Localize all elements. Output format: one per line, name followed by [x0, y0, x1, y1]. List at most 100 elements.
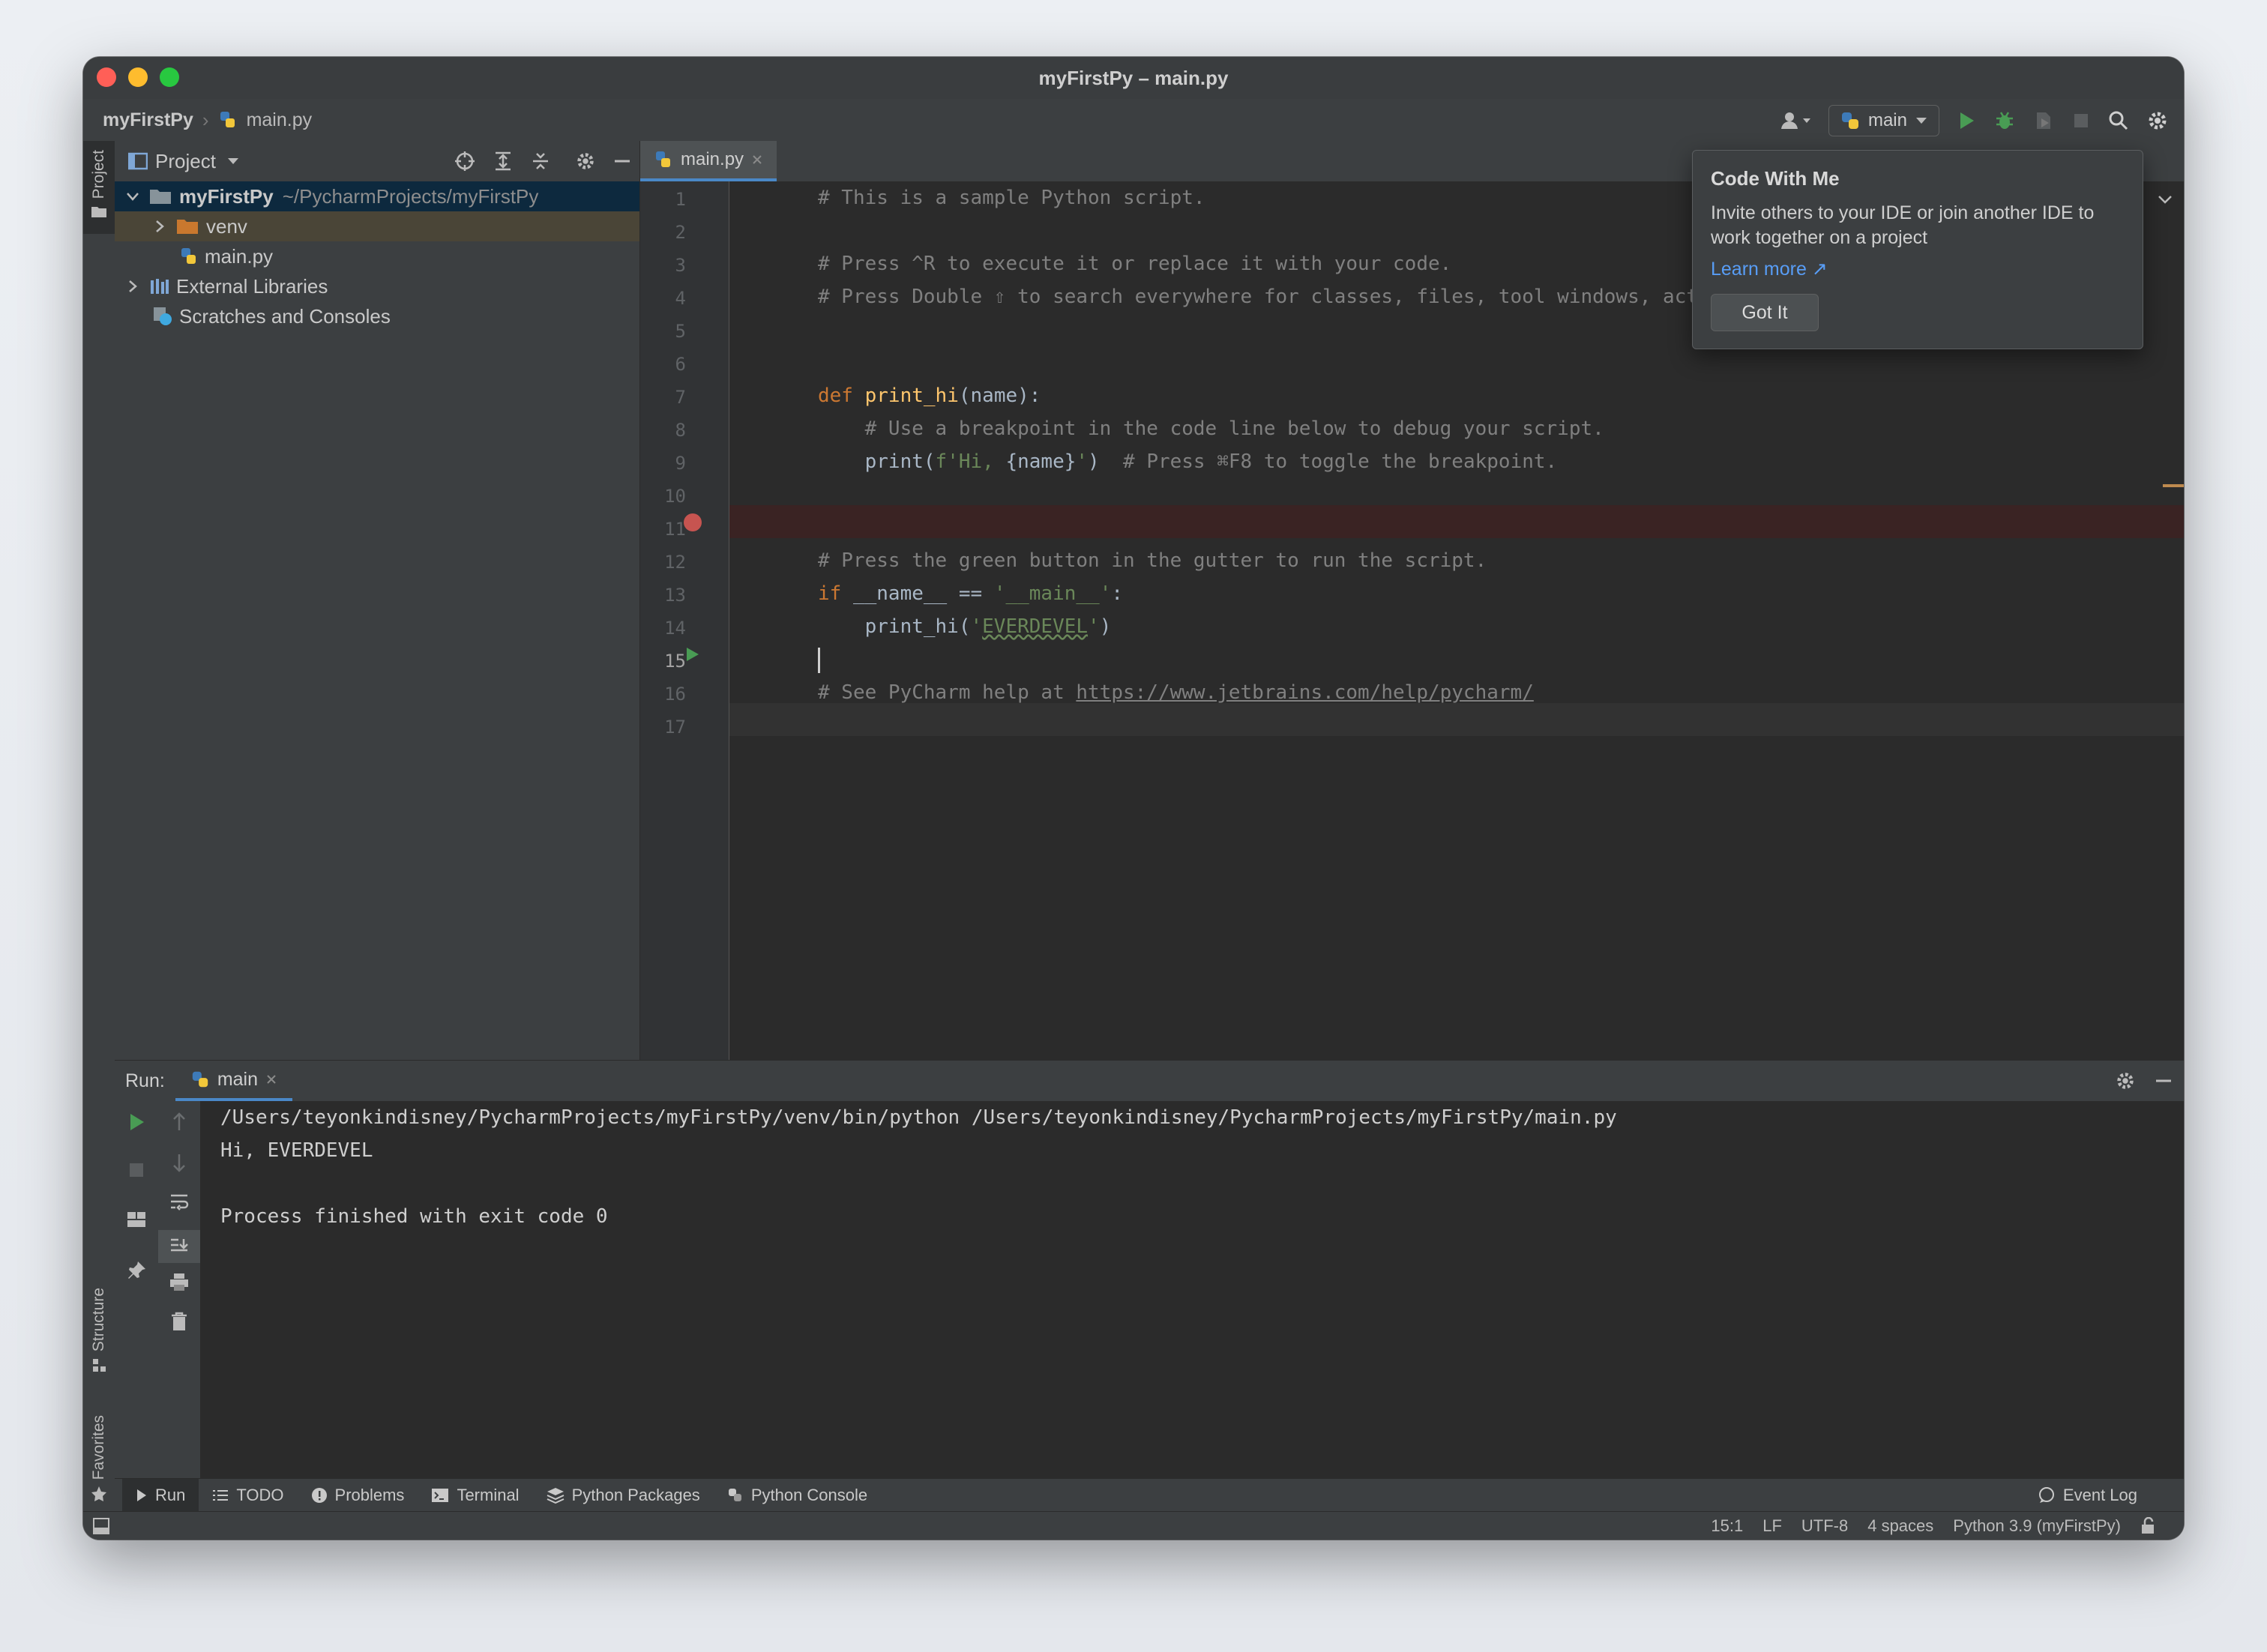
- tree-item-label: External Libraries: [176, 274, 328, 298]
- collapse-all-icon[interactable]: [530, 151, 551, 172]
- chevron-down-icon[interactable]: [226, 157, 240, 166]
- code-line-16: # See PyCharm help at https://www.jetbra…: [818, 681, 1534, 704]
- expand-all-icon[interactable]: [493, 151, 514, 172]
- close-icon[interactable]: [265, 1073, 277, 1085]
- tree-item-label: Scratches and Consoles: [179, 304, 391, 328]
- file-encoding[interactable]: UTF-8: [1801, 1516, 1848, 1536]
- run-tab-main[interactable]: main: [175, 1061, 292, 1101]
- tree-item-venv[interactable]: venv: [115, 211, 639, 241]
- terminal-icon: [432, 1489, 449, 1502]
- locate-icon[interactable]: [454, 150, 476, 172]
- line-number: 12: [664, 552, 686, 573]
- run-icon[interactable]: [1956, 110, 1977, 131]
- editor-tab-label: main.py: [681, 149, 744, 169]
- zoom-window-button[interactable]: [160, 67, 179, 87]
- gear-icon[interactable]: [575, 151, 596, 172]
- search-icon[interactable]: [2107, 109, 2130, 132]
- pin-icon[interactable]: [115, 1260, 158, 1281]
- chevron-right-icon[interactable]: [152, 219, 167, 234]
- structure-icon: [91, 1357, 106, 1372]
- breadcrumb-project[interactable]: myFirstPy: [103, 109, 193, 131]
- list-icon: [213, 1490, 229, 1501]
- indent-setting[interactable]: 4 spaces: [1867, 1516, 1933, 1536]
- help-link[interactable]: https://www.jetbrains.com/help/pycharm/: [1076, 681, 1533, 704]
- favorites-tool-tab[interactable]: Favorites: [83, 1415, 115, 1520]
- editor-tab-main-py[interactable]: main.py: [640, 141, 777, 181]
- tool-tab-python-console[interactable]: Python Console: [714, 1479, 881, 1512]
- title-bar: myFirstPy – main.py: [83, 57, 2184, 100]
- console-line: Process finished with exit code 0: [220, 1205, 608, 1228]
- tree-item-external-libraries[interactable]: External Libraries: [115, 271, 639, 301]
- stop-icon[interactable]: [115, 1161, 158, 1179]
- hide-panel-icon[interactable]: [2154, 1071, 2173, 1091]
- chevron-right-icon[interactable]: [125, 279, 140, 294]
- gear-icon[interactable]: [2146, 109, 2169, 132]
- tree-item-main-py[interactable]: main.py: [115, 241, 639, 271]
- run-toolbar-secondary: [158, 1101, 201, 1536]
- code-line-7: def print_hi(name):: [818, 385, 1041, 407]
- stop-icon[interactable]: [2071, 111, 2091, 130]
- line-number: 17: [664, 717, 686, 738]
- scroll-to-end-icon[interactable]: [158, 1230, 200, 1263]
- tool-tab-todo[interactable]: TODO: [199, 1479, 297, 1512]
- tree-item-scratches[interactable]: Scratches and Consoles: [115, 301, 639, 331]
- status-widgets: 15:1 LF UTF-8 4 spaces Python 3.9 (myFir…: [1711, 1516, 2157, 1536]
- debug-icon[interactable]: [1993, 109, 2016, 132]
- console-line: /Users/teyonkindisney/PycharmProjects/my…: [220, 1106, 1617, 1129]
- gear-icon[interactable]: [2115, 1070, 2136, 1091]
- run-gutter-icon[interactable]: [684, 646, 701, 663]
- tree-item-project-root[interactable]: myFirstPy ~/PycharmProjects/myFirstPy: [115, 181, 639, 211]
- status-bar: 15:1 LF UTF-8 4 spaces Python 3.9 (myFir…: [83, 1511, 2184, 1540]
- project-tool-tab[interactable]: Project: [83, 141, 115, 234]
- soft-wrap-icon[interactable]: [158, 1193, 200, 1212]
- breadcrumb-file[interactable]: main.py: [247, 109, 313, 131]
- got-it-button[interactable]: Got It: [1711, 294, 1819, 331]
- run-console[interactable]: /Users/teyonkindisney/PycharmProjects/my…: [201, 1101, 2184, 1536]
- tool-tab-run[interactable]: Run: [122, 1479, 199, 1512]
- run-with-coverage-icon[interactable]: [2032, 109, 2055, 132]
- python-file-icon: [179, 247, 199, 266]
- code-with-me-icon[interactable]: [1779, 109, 1812, 132]
- arrow-down-icon[interactable]: [158, 1152, 200, 1173]
- chevron-down-icon[interactable]: [125, 189, 140, 204]
- tool-tab-terminal[interactable]: Terminal: [418, 1479, 532, 1512]
- lock-icon[interactable]: [2140, 1517, 2157, 1535]
- line-number: 5: [675, 321, 686, 342]
- close-icon[interactable]: [751, 154, 763, 166]
- python-interpreter[interactable]: Python 3.9 (myFirstPy): [1953, 1516, 2121, 1536]
- close-window-button[interactable]: [97, 67, 116, 87]
- learn-more-link[interactable]: Learn more ↗: [1711, 258, 1828, 280]
- code-line-1: # This is a sample Python script.: [818, 187, 1205, 209]
- hide-panel-icon[interactable]: [612, 151, 632, 171]
- print-icon[interactable]: [158, 1272, 200, 1293]
- window-controls: [97, 67, 179, 87]
- line-separator[interactable]: LF: [1762, 1516, 1782, 1536]
- event-log-button[interactable]: Event Log: [2024, 1479, 2151, 1512]
- left-tool-strip: Project Structure Favorites: [83, 141, 115, 1523]
- tool-tab-python-packages[interactable]: Python Packages: [533, 1479, 714, 1512]
- tool-tab-problems[interactable]: Problems: [298, 1479, 418, 1512]
- line-number: 11: [664, 519, 686, 540]
- line-number: 16: [664, 684, 686, 705]
- arrow-up-icon[interactable]: [158, 1112, 200, 1133]
- structure-tool-tab[interactable]: Structure: [83, 1288, 115, 1400]
- line-number: 14: [664, 618, 686, 639]
- project-view-icon: [128, 152, 148, 170]
- python-icon: [190, 1070, 210, 1089]
- library-icon: [149, 277, 170, 295]
- project-view-select[interactable]: Project: [155, 150, 216, 173]
- trash-icon[interactable]: [158, 1311, 200, 1332]
- code-line-14: print_hi('EVERDEVEL'): [818, 615, 1112, 638]
- chevron-down-icon[interactable]: [2157, 193, 2173, 205]
- layers-icon: [547, 1488, 564, 1504]
- rerun-icon[interactable]: [115, 1112, 158, 1133]
- minimize-window-button[interactable]: [128, 67, 148, 87]
- navigation-bar: myFirstPy › main.py main: [83, 99, 2184, 142]
- caret-position[interactable]: 15:1: [1711, 1516, 1743, 1536]
- run-configuration-select[interactable]: main: [1828, 105, 1939, 136]
- chevron-right-icon: ›: [202, 108, 209, 131]
- layout-icon[interactable]: [115, 1211, 158, 1229]
- window-title: myFirstPy – main.py: [1038, 66, 1229, 89]
- run-panel-label: Run:: [125, 1070, 165, 1091]
- tool-windows-toggle-icon[interactable]: [92, 1517, 110, 1535]
